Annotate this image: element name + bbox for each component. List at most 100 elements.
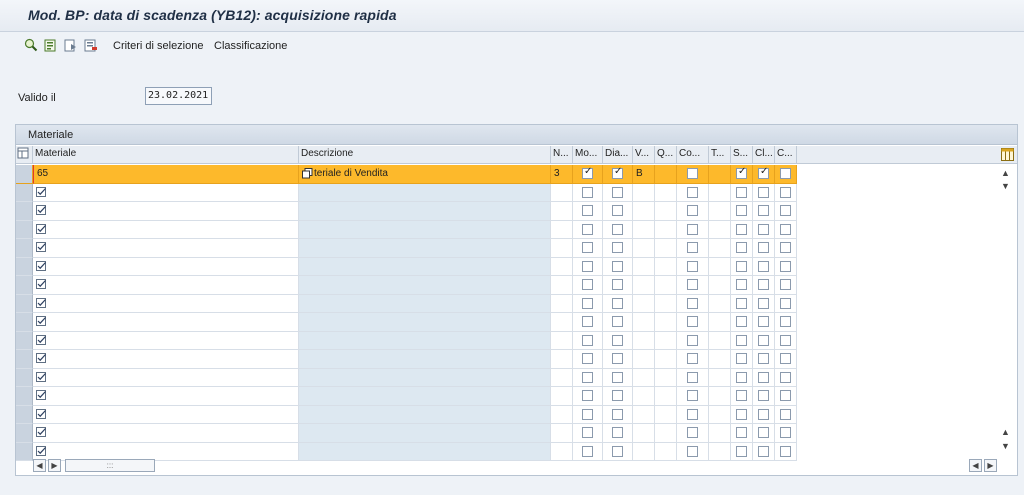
scroll-up-icon[interactable]: ▲ (1001, 168, 1010, 178)
details-icon[interactable] (44, 38, 58, 52)
checkbox-c[interactable] (780, 168, 791, 180)
scroll-left-button[interactable]: ◀ (33, 459, 46, 472)
checkbox-c[interactable] (780, 445, 791, 457)
cell-sel[interactable] (16, 294, 33, 313)
cell-c[interactable] (775, 239, 797, 258)
checkbox-s[interactable] (736, 408, 747, 420)
cell-v[interactable] (633, 183, 655, 202)
cell-q[interactable] (655, 331, 677, 350)
cell-co[interactable] (677, 368, 709, 387)
cell-c[interactable] (775, 350, 797, 369)
cell-co[interactable] (677, 313, 709, 332)
checkbox-s[interactable] (736, 223, 747, 235)
cell-s[interactable] (731, 183, 753, 202)
cell-n[interactable] (551, 350, 573, 369)
cell-dia[interactable] (603, 220, 633, 239)
checkbox-co[interactable] (687, 186, 698, 198)
cell-cl[interactable] (753, 165, 775, 184)
cell-co[interactable] (677, 183, 709, 202)
cell-sel[interactable] (16, 220, 33, 239)
cell-sel[interactable] (16, 387, 33, 406)
cell-n[interactable] (551, 294, 573, 313)
cell-t[interactable] (709, 202, 731, 221)
cell-materiale[interactable] (33, 294, 299, 313)
checkbox-c[interactable] (780, 242, 791, 254)
cell-c[interactable] (775, 257, 797, 276)
cell-dia[interactable] (603, 239, 633, 258)
cell-cl[interactable] (753, 424, 775, 443)
cell-t[interactable] (709, 165, 731, 184)
cell-dia[interactable] (603, 165, 633, 184)
cell-dia[interactable] (603, 442, 633, 461)
cell-s[interactable] (731, 276, 753, 295)
checkbox-cl[interactable] (758, 334, 769, 346)
checkbox-cl[interactable] (758, 445, 769, 457)
cell-dia[interactable] (603, 387, 633, 406)
table-row[interactable] (16, 220, 797, 239)
cell-t[interactable] (709, 183, 731, 202)
cell-v[interactable] (633, 350, 655, 369)
cell-materiale[interactable]: 65 (33, 165, 299, 184)
checkbox-cl[interactable] (758, 427, 769, 439)
checkbox-c[interactable] (780, 334, 791, 346)
checkbox-mo[interactable] (582, 297, 593, 309)
cell-cl[interactable] (753, 350, 775, 369)
cell-cl[interactable] (753, 239, 775, 258)
cell-v[interactable] (633, 331, 655, 350)
cell-q[interactable] (655, 313, 677, 332)
cell-s[interactable] (731, 331, 753, 350)
cell-sel[interactable] (16, 276, 33, 295)
cell-co[interactable] (677, 294, 709, 313)
valido-il-input[interactable]: 23.02.2021 (145, 87, 212, 105)
table-row[interactable] (16, 350, 797, 369)
cell-mo[interactable] (573, 294, 603, 313)
classificazione-button[interactable]: Classificazione (214, 40, 287, 52)
table-row[interactable] (16, 183, 797, 202)
cell-materiale[interactable] (33, 257, 299, 276)
cell-q[interactable] (655, 239, 677, 258)
checkbox-dia[interactable] (612, 371, 623, 383)
cell-t[interactable] (709, 313, 731, 332)
cell-co[interactable] (677, 442, 709, 461)
cell-sel[interactable] (16, 405, 33, 424)
checkbox-co[interactable] (687, 279, 698, 291)
checkbox-s[interactable] (736, 186, 747, 198)
cell-q[interactable] (655, 350, 677, 369)
col-header-v[interactable]: V... (633, 146, 655, 164)
cell-materiale[interactable] (33, 368, 299, 387)
cell-q[interactable] (655, 387, 677, 406)
cell-q[interactable] (655, 294, 677, 313)
checkbox-s[interactable] (736, 390, 747, 402)
cell-c[interactable] (775, 183, 797, 202)
cell-v[interactable] (633, 220, 655, 239)
checkbox-cl[interactable] (758, 371, 769, 383)
col-header-descrizione[interactable]: Descrizione (299, 146, 551, 164)
cell-v[interactable]: B (633, 165, 655, 184)
cell-s[interactable] (731, 294, 753, 313)
cell-mo[interactable] (573, 165, 603, 184)
cell-mo[interactable] (573, 202, 603, 221)
cell-v[interactable] (633, 239, 655, 258)
checkbox-cl[interactable] (758, 408, 769, 420)
table-row[interactable] (16, 202, 797, 221)
checkbox-dia[interactable] (612, 427, 623, 439)
scroll-thumb[interactable]: ::: (65, 459, 155, 472)
checkbox-mo[interactable] (582, 279, 593, 291)
cell-s[interactable] (731, 220, 753, 239)
cell-co[interactable] (677, 257, 709, 276)
cell-n[interactable] (551, 257, 573, 276)
table-settings-icon[interactable] (17, 147, 29, 159)
checkbox-c[interactable] (780, 353, 791, 365)
cell-t[interactable] (709, 239, 731, 258)
cell-n[interactable] (551, 202, 573, 221)
checkbox-c[interactable] (780, 297, 791, 309)
cell-dia[interactable] (603, 368, 633, 387)
cell-t[interactable] (709, 331, 731, 350)
cell-mo[interactable] (573, 368, 603, 387)
col-header-t[interactable]: T... (709, 146, 731, 164)
cell-t[interactable] (709, 276, 731, 295)
checkbox-dia[interactable] (612, 205, 623, 217)
cell-co[interactable] (677, 220, 709, 239)
cell-co[interactable] (677, 239, 709, 258)
checkbox-cl[interactable] (758, 279, 769, 291)
